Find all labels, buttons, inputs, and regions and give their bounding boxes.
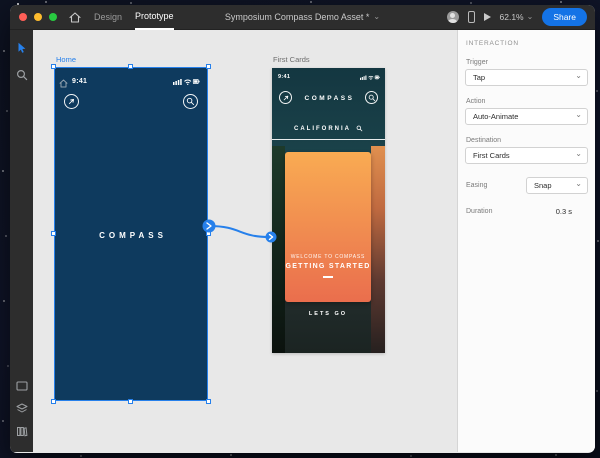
search-icon <box>183 94 198 109</box>
artboard-first-cards[interactable]: First Cards 9:41 <box>272 68 385 353</box>
zoom-level-value: 62.1% <box>500 12 524 22</box>
fullscreen-button[interactable] <box>49 13 57 21</box>
assets-panel-icon[interactable] <box>16 424 27 442</box>
trigger-select[interactable]: Tap ⌄ <box>465 69 588 86</box>
search-icon <box>356 125 363 132</box>
status-time: 9:41 <box>72 78 87 85</box>
trigger-value: Tap <box>473 73 485 82</box>
trigger-label: Trigger <box>466 59 587 66</box>
lets-go-button: LETS GO <box>285 311 371 317</box>
artboard-home[interactable]: Home 9:41 <box>55 68 207 400</box>
tab-prototype[interactable]: Prototype <box>135 5 174 30</box>
desktop-background: Design Prototype Symposium Compass Demo … <box>0 0 600 458</box>
phone-app-title: COMPASS <box>55 231 207 240</box>
card-eyebrow: WELCOME TO COMPASS <box>285 254 371 260</box>
tab-design[interactable]: Design <box>94 5 122 30</box>
status-icons <box>173 77 200 85</box>
screen-panel-icon[interactable] <box>16 378 28 396</box>
titlebar-right-controls: 62.1% ⌄ Share <box>447 8 588 26</box>
xd-window: Design Prototype Symposium Compass Demo … <box>10 5 595 453</box>
status-time: 9:41 <box>278 74 290 80</box>
home-icon[interactable] <box>69 12 81 23</box>
status-bar: 9:41 <box>278 74 380 80</box>
action-value: Auto-Animate <box>473 112 518 121</box>
easing-label: Easing <box>466 182 487 189</box>
easing-select[interactable]: Snap ⌄ <box>526 177 588 194</box>
document-title[interactable]: Symposium Compass Demo Asset * ⌄ <box>225 12 380 22</box>
tab-divider <box>272 139 385 140</box>
zoom-level-control[interactable]: 62.1% ⌄ <box>500 12 534 22</box>
compass-icon <box>64 94 79 109</box>
desktop-stars <box>0 0 2 2</box>
close-button[interactable] <box>19 13 27 21</box>
chevron-down-icon: ⌄ <box>373 13 380 21</box>
card-dash <box>323 276 333 278</box>
duration-value[interactable]: 0.3 s <box>556 207 572 216</box>
destination-select[interactable]: First Cards ⌄ <box>465 147 588 164</box>
destination-value: First Cards <box>473 151 510 160</box>
canvas[interactable]: Home 9:41 <box>33 30 457 452</box>
background-card-left <box>272 146 285 353</box>
tool-sidebar <box>10 30 33 452</box>
phone-app-title: COMPASS <box>272 95 385 102</box>
selection-handle[interactable] <box>128 399 133 404</box>
prototype-start-home-icon <box>59 75 68 93</box>
duration-label: Duration <box>466 208 492 215</box>
background-card-right <box>371 146 385 353</box>
selection-handle[interactable] <box>51 64 56 69</box>
titlebar: Design Prototype Symposium Compass Demo … <box>10 5 595 30</box>
minimize-button[interactable] <box>34 13 42 21</box>
play-preview-icon[interactable] <box>484 13 491 21</box>
selection-handle[interactable] <box>206 399 211 404</box>
card-title: GETTING STARTED <box>285 263 371 270</box>
artboard-first-cards-label[interactable]: First Cards <box>273 55 310 64</box>
layers-panel-icon[interactable] <box>16 401 28 419</box>
zoom-tool-icon[interactable] <box>16 68 28 86</box>
easing-value: Snap <box>534 181 552 190</box>
action-label: Action <box>466 98 587 105</box>
account-avatar[interactable] <box>447 11 459 23</box>
location-label: CALIFORNIA <box>294 126 351 132</box>
selection-handle[interactable] <box>51 399 56 404</box>
action-select[interactable]: Auto-Animate ⌄ <box>465 108 588 125</box>
selection-handle[interactable] <box>128 64 133 69</box>
status-bar: 9:41 <box>72 77 200 85</box>
destination-label: Destination <box>466 137 587 144</box>
selection-handle[interactable] <box>206 64 211 69</box>
window-controls <box>19 13 57 21</box>
status-icons <box>360 74 380 80</box>
card-content: WELCOME TO COMPASS GETTING STARTED <box>285 254 371 278</box>
document-title-text: Symposium Compass Demo Asset * <box>225 12 370 22</box>
artboard-home-label[interactable]: Home <box>56 55 76 64</box>
location-tab: CALIFORNIA <box>272 125 385 132</box>
interaction-header: INTERACTION <box>466 40 587 47</box>
select-tool-icon[interactable] <box>17 41 27 59</box>
chevron-down-icon: ⌄ <box>527 13 534 21</box>
device-preview-icon[interactable] <box>468 11 475 23</box>
getting-started-card: WELCOME TO COMPASS GETTING STARTED <box>285 152 371 302</box>
share-button[interactable]: Share <box>542 8 587 26</box>
inspector-panel: INTERACTION Trigger Tap ⌄ Action Auto-An… <box>457 30 595 452</box>
